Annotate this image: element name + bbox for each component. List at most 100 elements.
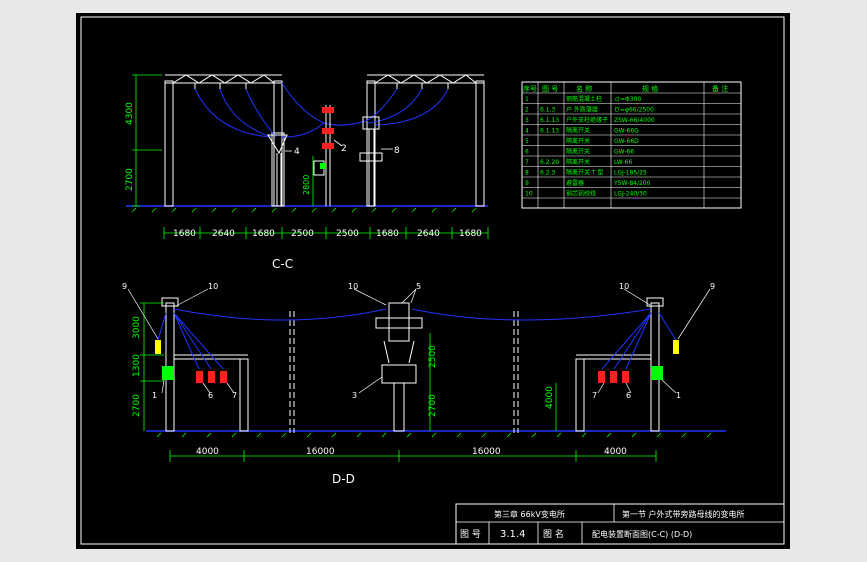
table-cell-r4-c3: 隔离开关	[566, 127, 590, 135]
sheet-border	[80, 16, 785, 545]
table-cell-r4-c4: GW-66G	[614, 128, 639, 135]
table-cell-r7-c4: LW-66	[614, 159, 632, 166]
table-cell-r10-c4: LGJ-240/30	[614, 191, 647, 198]
table-cell-r2-c4: Ｄ=φ66/2500	[614, 107, 654, 114]
dd-left-ct-1	[162, 366, 174, 380]
title-drawing-no: 3.1.4	[500, 529, 525, 540]
table-cell-r8-c2: 6.2.3	[540, 170, 555, 177]
cc-callout-2: 2	[341, 144, 347, 154]
cc-insulators	[194, 83, 449, 89]
dd-vertical-dimension-lines	[140, 302, 557, 431]
cc-span-8: 1680	[459, 229, 482, 239]
table-cell-r8-c4: LGJ-185/25	[614, 170, 647, 177]
table-cell-r1-c3: 钢筋混凝土柱	[566, 95, 602, 103]
equipment-table: 序号 图 号 名 称 规 格 备 注 1 钢筋混凝土柱 ｄ=Φ300 2 6.1.3 户 …	[521, 81, 742, 209]
table-cell-r10-c3: 钢芯铝绞线	[566, 190, 596, 198]
cc-view-label: C-C	[272, 257, 293, 271]
dd-callout-9-left: 9	[122, 282, 127, 291]
title-chapter: 第三章 66kV变电所	[494, 509, 565, 519]
table-cell-r9-c3: 避雷器	[566, 179, 584, 187]
dd-callout-6-right: 6	[626, 391, 631, 400]
dd-view-label: D-D	[332, 472, 355, 486]
dd-right-arrester-9	[673, 340, 679, 354]
table-cell-r3-c1: 3	[525, 117, 529, 124]
cc-conductors	[194, 82, 449, 138]
title-block: 第三章 66kV变电所 第一节 户外式带旁路母线的变电所 图 号 3.1.4 图…	[455, 503, 785, 545]
dd-callout-1-right: 1	[676, 391, 681, 400]
view-dd: 3000 1300 2700 2500 2700 4000 4000 16000…	[122, 282, 726, 486]
cc-right-portal	[366, 74, 485, 207]
dd-callout-10-mid: 10	[348, 282, 358, 291]
dd-right-ct-1	[651, 366, 663, 380]
dd-span-1: 4000	[196, 447, 219, 457]
table-header-spec: 规 格	[642, 84, 658, 93]
table-cell-r2-c3: 户 外跌落器	[566, 106, 598, 114]
cc-span-4: 2500	[291, 229, 314, 239]
table-cell-r7-c3: 隔离开关	[566, 158, 590, 166]
table-cell-r5-c4: GW-66D	[614, 138, 639, 145]
table-cell-r7-c2: 6.2.20	[540, 159, 559, 166]
dd-height-2700: 2700	[132, 394, 142, 417]
dd-span-4: 4000	[604, 447, 627, 457]
table-cell-r8-c3: 隔离开关 T 型	[566, 169, 603, 177]
table-cell-r3-c2: 6.1.13	[540, 117, 559, 124]
table-cell-r1-c1: 1	[525, 96, 529, 103]
table-cell-r2-c1: 2	[525, 107, 529, 114]
cc-left-portal	[164, 74, 285, 207]
table-cell-r1-c4: ｄ=Φ300	[614, 95, 641, 103]
dd-callout-10-right: 10	[619, 282, 629, 291]
dd-callout-10-left: 10	[208, 282, 218, 291]
dd-callout-7-right: 7	[592, 391, 597, 400]
dd-height-1300: 1300	[132, 354, 142, 377]
table-cell-r4-c1: 4	[525, 128, 529, 135]
dd-span-labels: 4000 16000 16000 4000	[196, 447, 627, 457]
view-cc: 4 2 8 4300 2700 2800 1680 2640 1680 2500	[125, 74, 489, 271]
cad-drawing-canvas[interactable]: 4 2 8 4300 2700 2800 1680 2640 1680 2500	[76, 13, 790, 549]
table-header: 序号 图 号 名 称 规 格 备 注	[523, 84, 728, 93]
table-cell-r9-c1: 9	[525, 180, 529, 187]
table-cell-r6-c4: GW-66	[614, 149, 634, 156]
dd-mid-height-2500: 2500	[428, 345, 438, 368]
table-header-name: 名 称	[576, 84, 592, 93]
cc-ground-hatch	[131, 207, 477, 213]
cc-span-1: 1680	[173, 229, 196, 239]
dd-right-height-4000: 4000	[545, 386, 555, 409]
table-header-dwg: 图 号	[542, 85, 558, 93]
cc-span-6: 1680	[376, 229, 399, 239]
cc-span-2: 2640	[212, 229, 235, 239]
dd-span-2: 16000	[306, 447, 335, 457]
table-cell-r9-c4: Y5W-84/200	[613, 180, 651, 187]
dd-left-arrester-9	[155, 340, 161, 354]
cc-height-2700: 2700	[125, 168, 135, 191]
cc-right-equipment-8	[359, 116, 383, 206]
dd-left-switches	[196, 371, 227, 383]
dd-right-switches	[598, 371, 629, 383]
dd-callout-6-left: 6	[208, 391, 213, 400]
dd-callout-9-right: 9	[710, 282, 715, 291]
table-cell-r6-c3: 隔离开关	[566, 148, 590, 156]
dd-right-structure	[575, 297, 664, 432]
table-header-no: 序号	[523, 84, 537, 93]
cc-callout-8: 8	[394, 146, 400, 156]
dd-middle-structure	[375, 302, 423, 432]
cc-height-2800: 2800	[302, 175, 311, 195]
cc-center-equipment-2	[313, 105, 334, 206]
table-rows: 1 钢筋混凝土柱 ｄ=Φ300 2 6.1.3 户 外跌落器 Ｄ=φ66/2500 3 6.1.…	[525, 95, 655, 198]
cc-callout-leaders	[285, 139, 393, 152]
dd-callout-5: 5	[416, 282, 421, 291]
table-cell-r5-c3: 隔离开关	[566, 137, 590, 145]
title-drawing-name: 配电装置断面图(C-C) (D-D)	[592, 529, 692, 539]
dd-callout-1-left: 1	[152, 391, 157, 400]
table-header-note: 备 注	[712, 84, 728, 93]
table-cell-r8-c1: 8	[525, 170, 529, 177]
dd-span-dimension-line	[169, 450, 657, 462]
table-cell-r2-c2: 6.1.3	[540, 107, 555, 114]
cc-height-4300: 4300	[125, 102, 135, 125]
table-cell-r5-c1: 5	[525, 138, 529, 145]
dd-span-3: 16000	[472, 447, 501, 457]
cc-span-7: 2640	[417, 229, 440, 239]
dd-mid-height-2700: 2700	[428, 394, 438, 417]
cc-span-labels: 1680 2640 1680 2500 2500 1680 2640 1680	[173, 229, 482, 239]
dd-callout-3: 3	[352, 391, 357, 400]
table-cell-r10-c1: 10	[525, 191, 533, 198]
